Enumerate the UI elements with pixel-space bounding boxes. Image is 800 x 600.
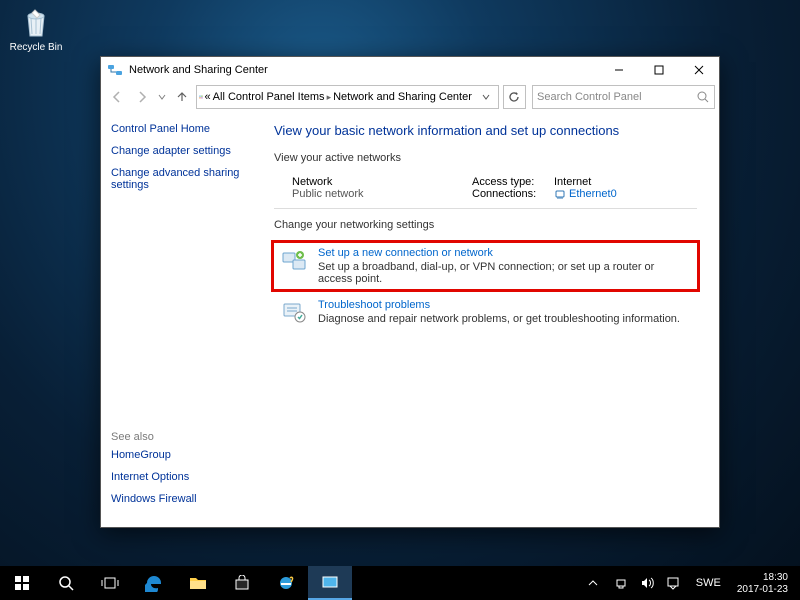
search-icon (58, 575, 74, 591)
window-titlebar[interactable]: Network and Sharing Center (101, 57, 719, 83)
window-title: Network and Sharing Center (129, 64, 268, 76)
setup-connection-title: Set up a new connection or network (318, 247, 691, 259)
desktop-icon-recycle-bin[interactable]: Recycle Bin (6, 4, 66, 53)
access-type-key: Access type: (472, 176, 544, 188)
search-button[interactable] (44, 566, 88, 600)
forward-button[interactable] (130, 85, 153, 109)
nav-row: « All Control Panel Items ▸ Network and … (101, 83, 719, 111)
ie-icon (277, 574, 295, 592)
connection-link[interactable]: Ethernet0 (554, 188, 617, 200)
sidebar-advanced[interactable]: Change advanced sharing settings (111, 167, 256, 191)
tray-clock[interactable]: 18:30 2017-01-23 (733, 570, 796, 596)
tray-network[interactable] (614, 576, 632, 590)
refresh-icon (507, 90, 521, 104)
troubleshoot-title: Troubleshoot problems (318, 299, 680, 311)
sidebar-home[interactable]: Control Panel Home (111, 123, 256, 135)
chevron-right-icon: ▸ (327, 92, 332, 103)
edge-icon (145, 574, 163, 592)
sidebar-adapter[interactable]: Change adapter settings (111, 145, 256, 157)
connections-key: Connections: (472, 188, 544, 200)
taskbar-ie[interactable] (264, 566, 308, 600)
search-icon (697, 91, 710, 104)
refresh-button[interactable] (503, 85, 526, 109)
breadcrumb-prefix: « (205, 91, 211, 103)
back-button[interactable] (105, 85, 128, 109)
troubleshoot-icon (280, 299, 308, 327)
sidebar: Control Panel Home Change adapter settin… (101, 111, 266, 527)
seealso-firewall[interactable]: Windows Firewall (111, 493, 256, 505)
taskview-icon (101, 576, 119, 590)
page-heading: View your basic network information and … (274, 123, 697, 138)
control-panel-taskbar-icon (321, 575, 339, 591)
minimize-button[interactable] (599, 57, 639, 83)
breadcrumb-dropdown[interactable] (476, 93, 496, 101)
tray-volume[interactable] (640, 576, 658, 590)
close-button[interactable] (679, 57, 719, 83)
volume-icon (640, 576, 654, 590)
taskbar-explorer[interactable] (176, 566, 220, 600)
taskbar-store[interactable] (220, 566, 264, 600)
seealso-heading: See also (111, 431, 256, 443)
troubleshoot-item[interactable]: Troubleshoot problems Diagnose and repai… (274, 295, 697, 331)
active-networks-label: View your active networks (274, 152, 697, 164)
maximize-button[interactable] (639, 57, 679, 83)
tray-chevron[interactable] (588, 578, 606, 588)
breadcrumb-item[interactable]: All Control Panel Items (213, 91, 325, 103)
taskbar-edge[interactable] (132, 566, 176, 600)
notifications-icon (666, 576, 680, 590)
network-type: Public network (292, 188, 412, 200)
up-button[interactable] (171, 85, 194, 109)
taskbar-controlpanel[interactable] (308, 566, 352, 600)
main-pane: View your basic network information and … (266, 111, 719, 527)
seealso-internet[interactable]: Internet Options (111, 471, 256, 483)
control-panel-icon (199, 89, 203, 105)
windows-icon (14, 575, 30, 591)
tray-time: 18:30 (737, 572, 788, 584)
network-center-icon (107, 62, 123, 78)
recycle-bin-icon (18, 4, 54, 40)
setup-connection-item[interactable]: Set up a new connection or network Set u… (274, 243, 697, 289)
setup-connection-icon (280, 247, 308, 275)
breadcrumb[interactable]: « All Control Panel Items ▸ Network and … (196, 85, 499, 109)
tray-date: 2017-01-23 (737, 584, 788, 596)
folder-icon (189, 575, 207, 591)
store-icon (234, 575, 250, 591)
tray-notifications[interactable] (666, 576, 684, 590)
active-network-row: Network Public network Access type: Inte… (274, 176, 697, 200)
taskbar: SWE 18:30 2017-01-23 (0, 566, 800, 600)
breadcrumb-item[interactable]: Network and Sharing Center (333, 91, 472, 103)
troubleshoot-desc: Diagnose and repair network problems, or… (318, 313, 680, 325)
setup-connection-desc: Set up a broadband, dial-up, or VPN conn… (318, 261, 691, 285)
desktop-icon-label: Recycle Bin (6, 42, 66, 53)
tray-language[interactable]: SWE (692, 577, 725, 589)
seealso-homegroup[interactable]: HomeGroup (111, 449, 256, 461)
change-settings-label: Change your networking settings (274, 219, 697, 231)
network-tray-icon (614, 576, 628, 590)
start-button[interactable] (0, 566, 44, 600)
desktop: Recycle Bin Network and Sharing Center (0, 0, 800, 600)
recent-button[interactable] (155, 85, 168, 109)
chevron-up-icon (588, 578, 598, 588)
system-tray: SWE 18:30 2017-01-23 (584, 566, 800, 600)
taskview-button[interactable] (88, 566, 132, 600)
network-name: Network (292, 176, 412, 188)
access-type-value: Internet (554, 176, 591, 188)
ethernet-icon (554, 188, 566, 200)
control-panel-window: Network and Sharing Center (100, 56, 720, 528)
search-placeholder: Search Control Panel (537, 91, 642, 103)
search-input[interactable]: Search Control Panel (532, 85, 715, 109)
